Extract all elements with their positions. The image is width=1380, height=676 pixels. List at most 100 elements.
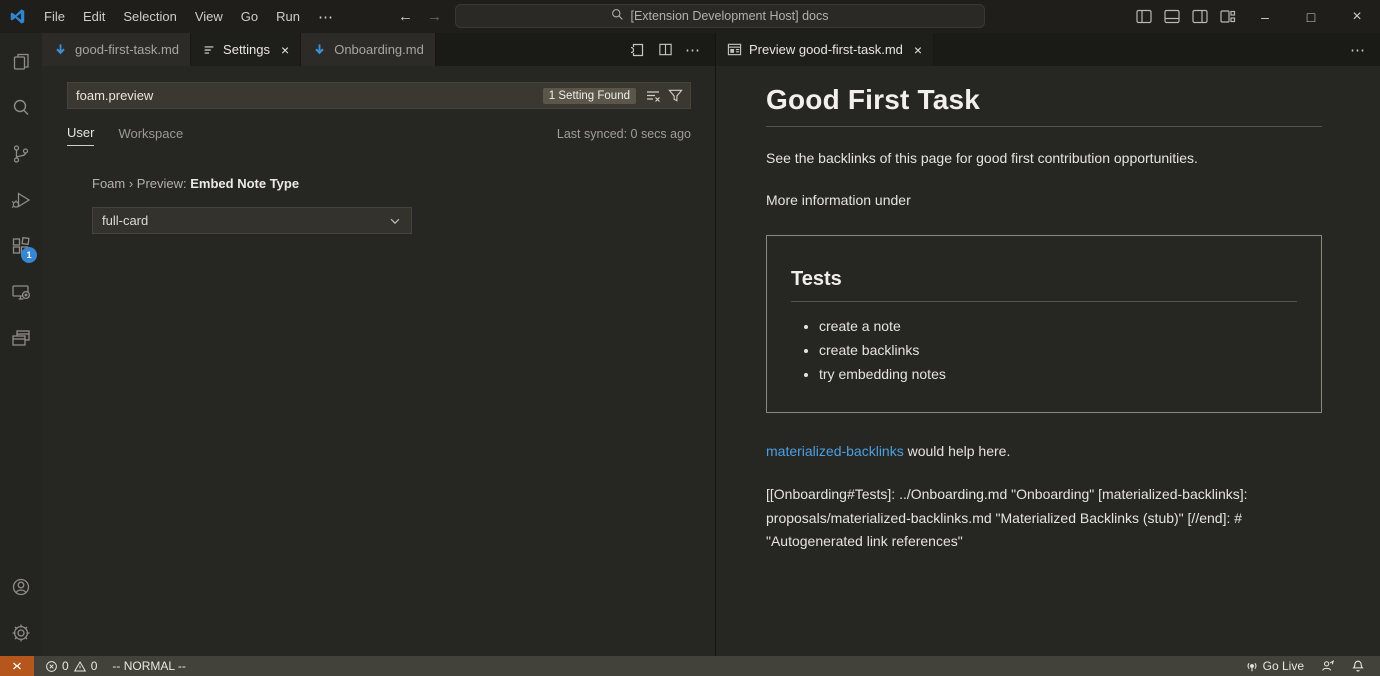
split-editor-icon[interactable] (653, 38, 677, 62)
search-view-icon[interactable] (0, 85, 42, 131)
go-live-button[interactable]: Go Live (1240, 656, 1309, 676)
open-settings-json-icon[interactable] (625, 38, 649, 62)
setting-title: Foam › Preview: Embed Note Type (92, 176, 691, 191)
tab-onboarding[interactable]: Onboarding.md (301, 33, 436, 66)
menu-run[interactable]: Run (268, 6, 308, 27)
tab-good-first-task[interactable]: good-first-task.md (42, 33, 191, 66)
accounts-icon[interactable] (0, 564, 42, 610)
last-synced-label: Last synced: 0 secs ago (557, 127, 691, 146)
menu-more-icon[interactable]: ⋯ (310, 5, 342, 29)
remote-indicator[interactable] (0, 656, 34, 676)
markdown-file-icon (53, 42, 68, 57)
select-value: full-card (102, 213, 148, 228)
error-icon (45, 660, 58, 673)
tab-settings[interactable]: Settings × (191, 33, 301, 66)
scope-tab-workspace[interactable]: Workspace (118, 126, 183, 146)
bell-icon (1351, 659, 1365, 673)
tab-preview-good-first-task[interactable]: Preview good-first-task.md × (716, 33, 934, 66)
go-live-label: Go Live (1263, 659, 1304, 673)
menu-view[interactable]: View (187, 6, 231, 27)
preview-paragraph: More information under (766, 190, 1322, 211)
markdown-file-icon (312, 42, 327, 57)
tab-label: Settings (223, 42, 270, 57)
error-count: 0 (62, 659, 69, 673)
minimize-button[interactable]: – (1242, 0, 1288, 33)
activity-bar: 1 (0, 33, 42, 656)
remote-explorer-icon[interactable] (0, 269, 42, 315)
scope-tab-user[interactable]: User (67, 125, 94, 146)
menu-file[interactable]: File (36, 6, 73, 27)
markdown-preview: Good First Task See the backlinks of thi… (716, 66, 1380, 656)
materialized-backlinks-link[interactable]: materialized-backlinks (766, 443, 904, 459)
settings-scope-tabs: User Workspace Last synced: 0 secs ago (67, 122, 691, 146)
problems-indicator[interactable]: 0 0 (40, 656, 102, 676)
menu-edit[interactable]: Edit (75, 6, 113, 27)
source-control-icon[interactable] (0, 131, 42, 177)
settings-search-input[interactable] (76, 88, 543, 103)
search-icon (611, 8, 624, 24)
warning-icon (73, 660, 87, 673)
settings-search-box: 1 Setting Found (67, 82, 691, 109)
toggle-panel-icon[interactable] (1158, 0, 1186, 33)
list-item: try embedding notes (819, 366, 1297, 382)
remote-icon (10, 659, 24, 673)
warning-count: 0 (91, 659, 98, 673)
more-actions-icon[interactable]: ⋯ (1346, 38, 1370, 62)
title-bar: File Edit Selection View Go Run ⋯ ← → [E… (0, 0, 1380, 33)
command-center-label: [Extension Development Host] docs (630, 9, 828, 23)
tab-label: Preview good-first-task.md (749, 42, 903, 57)
embed-note-type-select[interactable]: full-card (92, 207, 412, 234)
person-feedback-icon (1320, 659, 1335, 673)
windows-stack-icon[interactable] (0, 315, 42, 361)
chevron-down-icon (388, 214, 402, 228)
vscode-window: File Edit Selection View Go Run ⋯ ← → [E… (0, 0, 1380, 676)
more-actions-icon[interactable]: ⋯ (681, 38, 705, 62)
embedded-note-title: Tests (791, 268, 1297, 302)
extensions-icon[interactable]: 1 (0, 223, 42, 269)
editor-group-settings: good-first-task.md Settings × Onboarding… (42, 33, 716, 656)
menu-go[interactable]: Go (233, 6, 266, 27)
broadcast-icon (1245, 659, 1259, 673)
close-window-button[interactable]: × (1334, 0, 1380, 33)
editor-group-preview: Preview good-first-task.md × ⋯ Good Firs… (716, 33, 1380, 656)
command-center-search[interactable]: [Extension Development Host] docs (455, 4, 985, 28)
explorer-icon[interactable] (0, 39, 42, 85)
vscode-logo-icon (9, 8, 34, 25)
setting-embed-note-type: Foam › Preview: Embed Note Type full-car… (92, 176, 691, 234)
filter-funnel-icon[interactable] (664, 85, 686, 107)
preview-title: Good First Task (766, 84, 1322, 127)
link-references-text: [[Onboarding#Tests]: ../Onboarding.md "O… (766, 483, 1322, 554)
toggle-primary-sidebar-icon[interactable] (1130, 0, 1158, 33)
close-tab-icon[interactable]: × (281, 43, 289, 57)
extensions-badge: 1 (21, 247, 37, 263)
embedded-note-card: Tests create a note create backlinks try… (766, 235, 1322, 413)
link-suffix-text: would help here. (904, 443, 1011, 459)
list-item: create a note (819, 318, 1297, 334)
tab-label: good-first-task.md (75, 42, 179, 57)
tab-label: Onboarding.md (334, 42, 424, 57)
close-tab-icon[interactable]: × (914, 43, 922, 57)
settings-gear-icon[interactable] (0, 610, 42, 656)
maximize-button[interactable]: □ (1288, 0, 1334, 33)
history-forward-icon[interactable]: → (427, 8, 442, 25)
run-debug-icon[interactable] (0, 177, 42, 223)
setting-category: Foam › Preview: (92, 176, 190, 191)
preview-paragraph: See the backlinks of this page for good … (766, 148, 1322, 169)
right-tab-strip: Preview good-first-task.md × ⋯ (716, 33, 1380, 66)
preview-paragraph: materialized-backlinks would help here. (766, 443, 1322, 459)
markdown-preview-icon (727, 42, 742, 57)
history-back-icon[interactable]: ← (398, 8, 413, 25)
toggle-secondary-sidebar-icon[interactable] (1186, 0, 1214, 33)
feedback-button[interactable] (1315, 656, 1340, 676)
notifications-button[interactable] (1346, 656, 1370, 676)
left-tab-strip: good-first-task.md Settings × Onboarding… (42, 33, 715, 66)
list-item: create backlinks (819, 342, 1297, 358)
customize-layout-icon[interactable] (1214, 0, 1242, 33)
clear-settings-search-icon[interactable] (642, 85, 664, 107)
settings-result-count-badge: 1 Setting Found (543, 88, 636, 104)
embedded-note-list: create a note create backlinks try embed… (791, 318, 1297, 382)
setting-name: Embed Note Type (190, 176, 299, 191)
menu-selection[interactable]: Selection (115, 6, 184, 27)
vim-mode-indicator[interactable]: -- NORMAL -- (112, 659, 186, 673)
status-bar: 0 0 -- NORMAL -- Go Live (0, 656, 1380, 676)
